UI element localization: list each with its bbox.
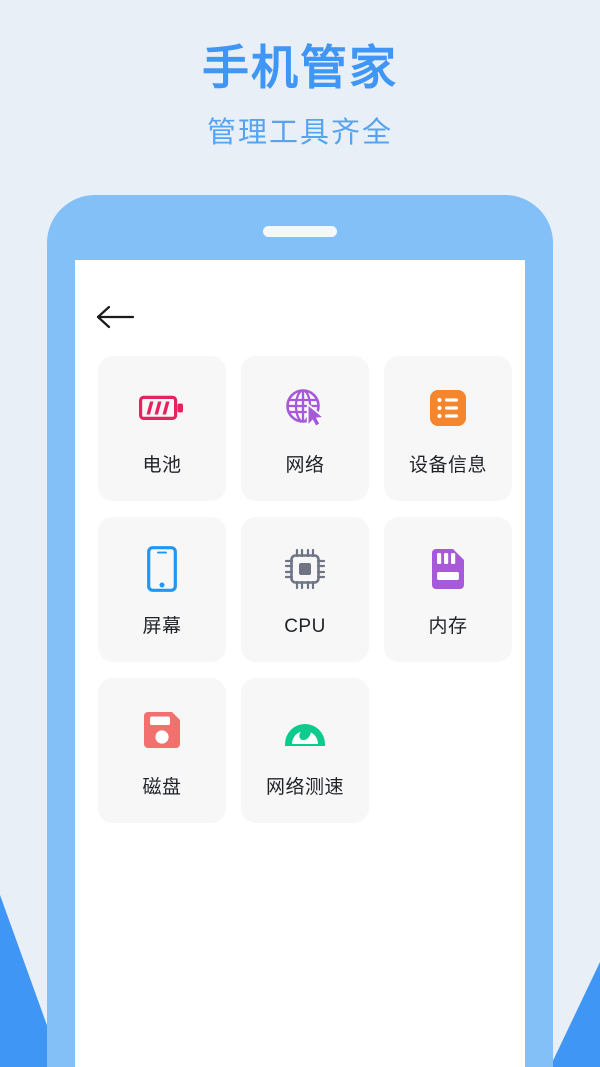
speaker-grille	[263, 226, 337, 237]
tile-label: 屏幕	[142, 616, 182, 637]
arrow-left-icon	[96, 305, 135, 329]
list-icon	[422, 382, 474, 434]
cpu-chip-icon	[279, 543, 331, 595]
back-button[interactable]	[95, 302, 137, 332]
phone-mockup: 电池 网络 设备信息 屏幕 CPU 内存 磁盘 网络测速	[47, 195, 553, 1067]
tile-screen[interactable]: 屏幕	[98, 517, 226, 662]
tile-label: 磁盘	[142, 777, 182, 798]
app-title: 手机管家	[202, 41, 398, 94]
tile-speed-test[interactable]: 网络测速	[241, 678, 369, 823]
tile-label: 内存	[428, 616, 468, 637]
tile-label: 设备信息	[408, 455, 487, 476]
floppy-disk-icon	[136, 704, 188, 756]
tile-memory[interactable]: 内存	[384, 517, 512, 662]
tile-cpu[interactable]: CPU	[241, 517, 369, 662]
speedometer-icon	[279, 704, 331, 756]
smartphone-icon	[136, 543, 188, 595]
battery-icon	[136, 382, 188, 434]
promo-header: 手机管家 管理工具齐全	[0, 0, 600, 151]
tool-tile-grid: 电池 网络 设备信息 屏幕 CPU 内存 磁盘 网络测速	[75, 356, 525, 823]
background-wedge-right	[550, 962, 600, 1067]
tile-disk[interactable]: 磁盘	[98, 678, 226, 823]
tile-device-info[interactable]: 设备信息	[384, 356, 512, 501]
globe-cursor-icon	[279, 382, 331, 434]
tile-network[interactable]: 网络	[241, 356, 369, 501]
tile-battery[interactable]: 电池	[98, 356, 226, 501]
tile-label: 电池	[142, 455, 182, 476]
app-subtitle: 管理工具齐全	[206, 117, 393, 150]
tile-label: CPU	[284, 616, 326, 637]
nav-bar	[75, 260, 525, 356]
tile-label: 网络	[285, 455, 325, 476]
phone-screen: 电池 网络 设备信息 屏幕 CPU 内存 磁盘 网络测速	[75, 260, 525, 1067]
memory-card-icon	[422, 543, 474, 595]
tile-label: 网络测速	[265, 777, 344, 798]
